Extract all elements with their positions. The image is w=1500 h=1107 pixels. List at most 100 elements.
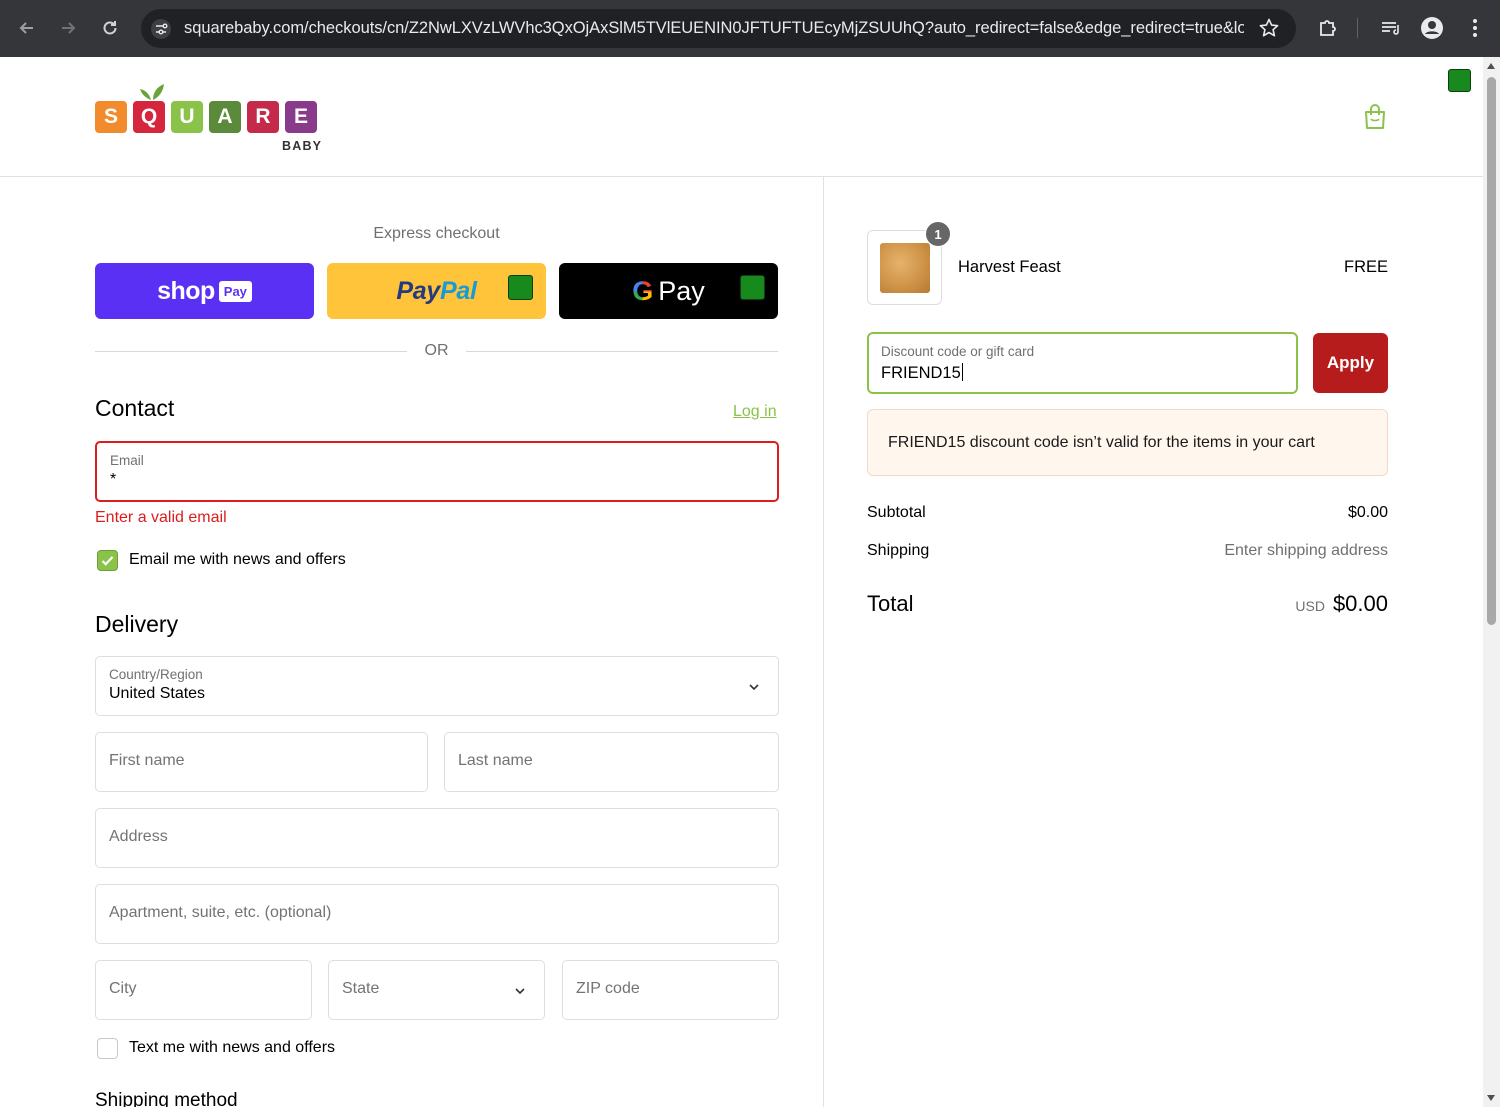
total-amount-wrap: USD $0.00	[1295, 591, 1388, 617]
text-caret	[961, 363, 963, 381]
city-field[interactable]: City	[95, 960, 312, 1020]
scroll-up-arrow-icon[interactable]	[1487, 63, 1495, 69]
shipping-value: Enter shipping address	[1224, 542, 1388, 559]
shopping-bag-icon[interactable]	[1363, 103, 1387, 131]
shop-pay-button[interactable]: shop Pay	[95, 263, 314, 319]
logo-letter: A	[209, 101, 241, 133]
site-header: S Q U A R E BABY	[0, 57, 1483, 177]
google-pay-wordmark: G Pay	[632, 276, 705, 307]
zip-placeholder: ZIP code	[576, 980, 640, 997]
discount-value[interactable]: FRIEND15	[881, 364, 961, 382]
forward-icon[interactable]	[54, 14, 82, 42]
divider-line	[466, 351, 778, 352]
discount-error-notice: FRIEND15 discount code isn’t valid for t…	[867, 409, 1388, 476]
shipping-label: Shipping	[867, 542, 930, 559]
subtotal-row: Subtotal $0.00	[867, 504, 1388, 522]
apartment-placeholder: Apartment, suite, etc. (optional)	[109, 904, 332, 921]
order-summary-panel	[824, 177, 1483, 1107]
menu-kebab-icon[interactable]	[1462, 15, 1488, 41]
country-value: United States	[109, 685, 206, 702]
product-price: FREE	[1343, 258, 1388, 276]
product-image	[880, 243, 930, 293]
shipping-method-heading: Shipping method	[95, 1090, 238, 1107]
login-link[interactable]: Log in	[733, 403, 777, 421]
paypal-part: Pay	[396, 276, 440, 305]
bookmark-star-icon[interactable]	[1258, 17, 1280, 39]
browser-toolbar: squarebaby.com/checkouts/cn/Z2NwLXVzLWVh…	[0, 0, 1500, 57]
last-name-field[interactable]: Last name	[444, 732, 779, 792]
city-placeholder: City	[109, 980, 137, 997]
paypal-wordmark: PayPal	[396, 276, 477, 306]
subtotal-value: $0.00	[1347, 504, 1388, 521]
address-field[interactable]: Address	[95, 808, 779, 868]
first-name-field[interactable]: First name	[95, 732, 428, 792]
site-settings-icon[interactable]	[150, 18, 172, 40]
email-error-message: Enter a valid email	[95, 509, 227, 526]
column-divider	[823, 177, 824, 1107]
delivery-heading: Delivery	[95, 611, 179, 637]
discount-value-wrap[interactable]: FRIEND15	[881, 363, 963, 383]
apartment-field[interactable]: Apartment, suite, etc. (optional)	[95, 884, 779, 944]
first-name-placeholder: First name	[109, 752, 185, 769]
logo-letter: E	[285, 101, 317, 133]
contact-heading: Contact	[95, 395, 175, 421]
state-placeholder: State	[342, 980, 380, 997]
shop-pay-badge: Pay	[218, 280, 252, 302]
chevron-down-icon	[749, 684, 759, 691]
extension-marker	[508, 275, 533, 300]
chevron-down-icon	[515, 988, 525, 995]
discount-label: Discount code or gift card	[881, 344, 1035, 359]
checkout-page: S Q U A R E BABY Express checkout shop P…	[0, 57, 1483, 1107]
extension-marker	[1448, 69, 1471, 92]
address-bar[interactable]: squarebaby.com/checkouts/cn/Z2NwLXVzLWVh…	[141, 9, 1296, 48]
sms-label[interactable]: Text me with news and offers	[129, 1039, 335, 1057]
or-divider: OR	[95, 341, 778, 361]
scrollbar-thumb[interactable]	[1487, 77, 1496, 625]
google-pay-button[interactable]: G Pay	[559, 263, 778, 319]
gpay-label: Pay	[658, 275, 705, 306]
country-select[interactable]: Country/Region United States	[95, 656, 779, 716]
shop-pay-wordmark: shop	[157, 276, 215, 305]
back-icon[interactable]	[13, 14, 41, 42]
sms-checkbox[interactable]	[97, 1038, 118, 1059]
discount-code-field[interactable]: Discount code or gift card FRIEND15	[867, 332, 1298, 394]
newsletter-checkbox[interactable]	[97, 550, 118, 571]
leaf-icon	[140, 84, 164, 100]
reading-list-icon[interactable]	[1378, 15, 1404, 41]
profile-icon[interactable]	[1419, 15, 1445, 41]
logo-letter: U	[171, 101, 203, 133]
checkmark-icon	[101, 556, 114, 566]
toolbar-separator	[1357, 18, 1358, 38]
product-name: Harvest Feast	[958, 258, 1061, 276]
quantity-badge: 1	[925, 221, 951, 247]
newsletter-label[interactable]: Email me with news and offers	[129, 551, 346, 569]
state-select[interactable]: State	[328, 960, 545, 1020]
express-checkout-label: Express checkout	[373, 225, 500, 242]
email-label: Email	[110, 453, 144, 468]
reload-icon[interactable]	[96, 14, 124, 42]
country-label: Country/Region	[109, 667, 203, 682]
total-label: Total	[867, 591, 914, 616]
google-g-icon: G	[632, 275, 654, 306]
page-scrollbar[interactable]	[1483, 57, 1500, 1107]
email-value[interactable]: *	[110, 471, 116, 489]
discount-error-text: FRIEND15 discount code isn’t valid for t…	[888, 434, 1315, 451]
total-value: $0.00	[1332, 591, 1388, 616]
scroll-down-arrow-icon[interactable]	[1487, 1095, 1495, 1101]
address-placeholder: Address	[109, 828, 168, 845]
paypal-button[interactable]: PayPal	[327, 263, 546, 319]
email-field[interactable]: Email *	[95, 441, 779, 502]
extensions-icon[interactable]	[1315, 15, 1341, 41]
currency-code: USD	[1295, 598, 1325, 614]
logo-letter: Q	[133, 101, 165, 133]
apply-button[interactable]: Apply	[1313, 333, 1388, 393]
url-text[interactable]: squarebaby.com/checkouts/cn/Z2NwLXVzLWVh…	[184, 19, 1244, 38]
logo-letter: S	[95, 101, 127, 133]
extension-marker	[740, 275, 765, 300]
last-name-placeholder: Last name	[458, 752, 533, 769]
shipping-row: Shipping Enter shipping address	[867, 542, 1388, 560]
logo-subtitle: BABY	[282, 139, 323, 153]
paypal-part: Pal	[439, 276, 477, 305]
logo-letter: R	[247, 101, 279, 133]
zip-field[interactable]: ZIP code	[562, 960, 779, 1020]
